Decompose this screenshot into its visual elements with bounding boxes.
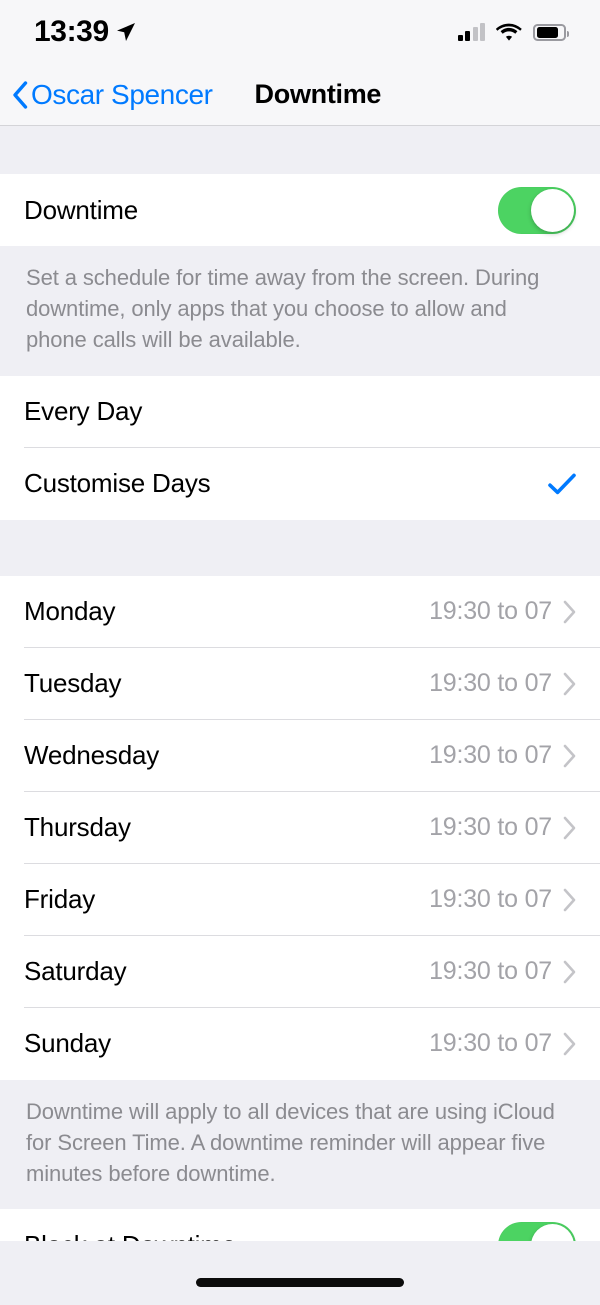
day-row-time: 19:30 to 07	[429, 885, 552, 914]
day-row-label: Tuesday	[24, 668, 122, 699]
checkmark-icon	[548, 472, 576, 496]
downtime-toggle[interactable]	[498, 186, 576, 234]
location-arrow-icon	[116, 22, 136, 42]
day-row-label: Thursday	[24, 812, 131, 843]
day-row-label: Wednesday	[24, 740, 160, 771]
day-row-label: Saturday	[24, 956, 127, 987]
days-footnote: Downtime will apply to all devices that …	[0, 1079, 600, 1210]
downtime-toggle-group: Downtime	[0, 174, 600, 246]
day-row-wednesday[interactable]: Wednesday 19:30 to 07	[0, 719, 600, 792]
day-row-time: 19:30 to 07	[429, 1029, 552, 1058]
schedule-option-label: Every Day	[24, 396, 143, 427]
day-row-label: Friday	[24, 884, 96, 915]
day-row-sunday[interactable]: Sunday 19:30 to 07	[0, 1007, 600, 1080]
day-row-accessory: 19:30 to 07	[429, 1029, 576, 1058]
day-row-friday[interactable]: Friday 19:30 to 07	[0, 863, 600, 936]
day-row-time: 19:30 to 07	[429, 957, 552, 986]
day-row-time: 19:30 to 07	[429, 669, 552, 698]
iphone-screen: 13:39 Oscar Spencer Downtime Downtime Se…	[0, 0, 600, 1305]
block-at-downtime-accessory	[498, 1221, 576, 1241]
day-row-thursday[interactable]: Thursday 19:30 to 07	[0, 791, 600, 864]
chevron-right-icon	[563, 816, 576, 840]
page-title: Downtime	[254, 79, 382, 109]
chevron-right-icon	[563, 672, 576, 696]
schedule-option-accessory	[548, 472, 576, 496]
downtime-footnote: Set a schedule for time away from the sc…	[0, 246, 600, 376]
status-bar-left: 13:39	[34, 15, 136, 49]
block-at-downtime-label: Block at Downtime	[24, 1230, 236, 1241]
day-row-accessory: 19:30 to 07	[429, 813, 576, 842]
schedule-option-label: Customise Days	[24, 468, 211, 499]
chevron-right-icon	[563, 888, 576, 912]
day-row-monday[interactable]: Monday 19:30 to 07	[0, 575, 600, 648]
chevron-right-icon	[563, 600, 576, 624]
downtime-toggle-knob	[531, 188, 574, 232]
block-at-downtime-row: Block at Downtime	[0, 1209, 600, 1241]
day-row-saturday[interactable]: Saturday 19:30 to 07	[0, 935, 600, 1008]
chevron-right-icon	[563, 960, 576, 984]
day-row-time: 19:30 to 07	[429, 813, 552, 842]
day-row-accessory: 19:30 to 07	[429, 741, 576, 770]
schedule-option-customise-days[interactable]: Customise Days	[0, 447, 600, 520]
chevron-left-icon	[12, 80, 28, 109]
settings-scroll-view[interactable]: Downtime Set a schedule for time away fr…	[0, 126, 600, 1241]
day-row-accessory: 19:30 to 07	[429, 597, 576, 626]
status-bar: 13:39	[0, 0, 600, 64]
chevron-right-icon	[563, 1032, 576, 1056]
battery-icon	[533, 23, 569, 41]
section-spacer-days	[0, 519, 600, 576]
day-row-accessory: 19:30 to 07	[429, 957, 576, 986]
cellular-signal-icon	[457, 23, 485, 41]
schedule-option-every-day[interactable]: Every Day	[0, 375, 600, 448]
chevron-right-icon	[563, 744, 576, 768]
status-bar-clock: 13:39	[34, 15, 109, 48]
day-row-accessory: 19:30 to 07	[429, 669, 576, 698]
home-indicator-area	[0, 1241, 600, 1305]
wifi-icon	[495, 23, 522, 42]
downtime-row: Downtime	[0, 174, 600, 246]
status-bar-right	[457, 23, 569, 42]
day-row-label: Monday	[24, 596, 116, 627]
block-at-downtime-toggle-knob	[531, 1223, 574, 1241]
day-row-label: Sunday	[24, 1028, 111, 1059]
schedule-options-group: Every Day Customise Days	[0, 375, 600, 520]
downtime-row-accessory	[498, 186, 576, 234]
block-at-downtime-group: Block at Downtime	[0, 1209, 600, 1241]
navigation-bar: Oscar Spencer Downtime	[0, 64, 600, 126]
day-row-tuesday[interactable]: Tuesday 19:30 to 07	[0, 647, 600, 720]
day-row-time: 19:30 to 07	[429, 741, 552, 770]
block-at-downtime-toggle[interactable]	[498, 1221, 576, 1241]
section-spacer-top	[0, 126, 600, 174]
day-row-accessory: 19:30 to 07	[429, 885, 576, 914]
day-row-time: 19:30 to 07	[429, 597, 552, 626]
days-group: Monday 19:30 to 07 Tuesday 19:30 to 07 W…	[0, 575, 600, 1080]
home-indicator[interactable]	[196, 1277, 404, 1287]
back-button-label: Oscar Spencer	[31, 78, 213, 110]
back-button[interactable]: Oscar Spencer	[12, 79, 221, 111]
downtime-row-label: Downtime	[24, 194, 138, 225]
